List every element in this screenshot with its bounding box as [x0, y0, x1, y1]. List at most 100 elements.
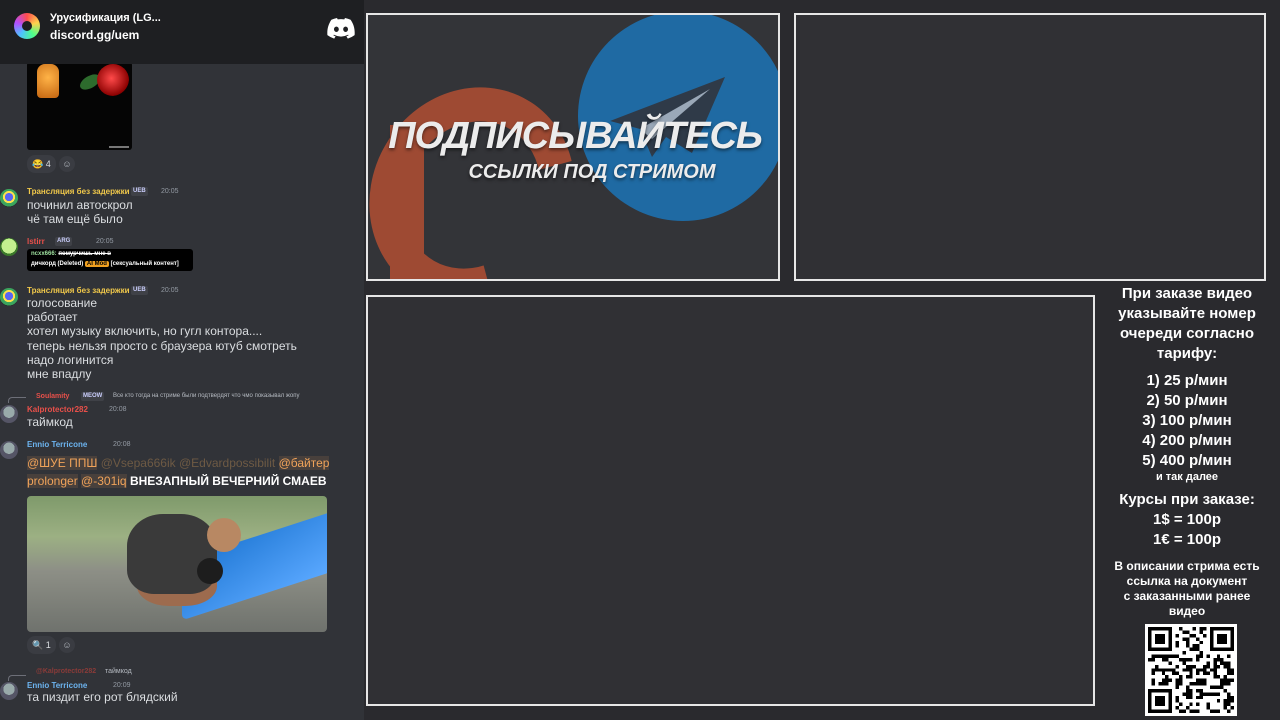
qr-module [1196, 678, 1200, 683]
discord-logo-icon[interactable] [327, 18, 355, 39]
qr-module [1189, 695, 1193, 700]
qr-module [1165, 657, 1169, 662]
message-text: хотел музыку включить, но гугл контора..… [27, 324, 263, 338]
qr-module [1192, 644, 1197, 648]
qr-module [1189, 682, 1193, 686]
qr-module [1185, 657, 1190, 662]
qr-module [1196, 682, 1200, 686]
reply-username[interactable]: @Kalprotector282 [36, 668, 96, 675]
qr-module [1199, 678, 1204, 683]
qr-module [1165, 678, 1169, 683]
note-line: В описании стрима есть [1114, 559, 1260, 573]
server-icon[interactable] [14, 13, 40, 39]
note-line: с заказанными ранее [1123, 589, 1251, 603]
avatar[interactable] [0, 441, 18, 459]
qr-module [1151, 678, 1155, 683]
info-line: указывайте номер [1118, 305, 1256, 322]
username[interactable]: Ennio Terricone [27, 440, 87, 449]
username[interactable]: Ennio Terricone [27, 681, 87, 690]
qr-module [1172, 668, 1176, 672]
username[interactable]: lstirr [27, 237, 45, 246]
mention[interactable]: @байтер [278, 456, 330, 470]
mention[interactable]: @Vsepa666ik [101, 456, 176, 470]
qr-module [1209, 668, 1214, 672]
qr-module [1227, 678, 1231, 683]
note-line: ссылка на документ [1126, 574, 1248, 588]
qr-module [1227, 699, 1231, 703]
qr-module [1203, 668, 1207, 672]
qr-module [1220, 661, 1224, 665]
qr-module [1230, 699, 1234, 703]
qr-module [1151, 668, 1155, 672]
qr-module [1223, 661, 1228, 665]
qr-module [1223, 675, 1228, 679]
qr-module [1182, 630, 1186, 634]
candle-shape [37, 64, 59, 98]
username[interactable]: Трансляция без задержки [27, 286, 130, 295]
qr-module [1175, 640, 1179, 645]
qr-code[interactable] [1145, 624, 1237, 716]
qr-module [1230, 695, 1234, 700]
mention[interactable]: @-301iq [81, 474, 127, 488]
embed-line-1: ncxx666: помурчишь мне в [31, 251, 111, 257]
qr-module [1192, 633, 1197, 638]
avatar[interactable] [0, 238, 18, 256]
qr-module [1178, 682, 1183, 686]
qr-module [1203, 664, 1207, 669]
price-etc: и так далее [1155, 471, 1219, 483]
mention[interactable]: prolonger [27, 474, 78, 488]
qr-module [1192, 709, 1197, 713]
mention[interactable]: @ШУЕ ППШ [27, 456, 98, 470]
reply-username[interactable]: Soulamity [36, 393, 69, 400]
qr-module [1206, 692, 1210, 696]
qr-module [1216, 692, 1221, 696]
avatar[interactable] [0, 682, 18, 700]
qr-module [1196, 688, 1200, 693]
qr-module [1196, 637, 1200, 641]
qr-module [1165, 668, 1169, 672]
username[interactable]: Трансляция без задержки [27, 187, 130, 196]
message-text: таймкод [27, 415, 73, 429]
reply-preview[interactable]: Все кто тогда на стриме были подтвердят … [113, 393, 299, 399]
qr-module [1182, 657, 1186, 662]
qr-module [1154, 668, 1159, 672]
candle-rose-image[interactable] [27, 62, 132, 150]
mention-line-2: prolonger @-301iq ВНЕЗАПНЫЙ ВЕЧЕРНИЙ СМА… [27, 474, 327, 488]
qr-module [1185, 692, 1190, 696]
qr-module [1230, 671, 1234, 676]
qr-module [1175, 706, 1179, 710]
qr-module [1216, 709, 1221, 713]
qr-module [1189, 675, 1193, 679]
qr-module [1203, 671, 1207, 676]
qr-module [1199, 695, 1204, 700]
reaction-search[interactable]: 🔍 1 [27, 636, 56, 654]
attached-photo[interactable] [27, 496, 327, 632]
qr-module [1206, 661, 1210, 665]
message-text: мне впадлу [27, 367, 92, 381]
qr-module [1161, 654, 1166, 658]
promo-subtitle: ССЫЛКИ ПОД СТРИМОМ [468, 161, 716, 183]
add-reaction-icon[interactable]: ☺ [59, 637, 75, 653]
reaction-laugh[interactable]: 😂 4 [27, 155, 56, 173]
timestamp: 20:05 [161, 287, 179, 294]
qr-module [1209, 685, 1214, 689]
qr-module [1154, 633, 1166, 645]
qr-module [1216, 654, 1221, 658]
qr-module [1182, 668, 1186, 672]
qr-module [1158, 668, 1162, 672]
add-reaction-icon[interactable]: ☺ [59, 156, 75, 172]
reply-preview[interactable]: таймкод [105, 668, 132, 675]
qr-module [1161, 671, 1166, 676]
qr-module [1206, 702, 1210, 707]
qr-module [1168, 661, 1173, 665]
qr-module [1213, 657, 1217, 662]
qr-module [1165, 682, 1169, 686]
server-invite-link[interactable]: discord.gg/uem [50, 28, 139, 42]
avatar[interactable] [0, 405, 18, 423]
username[interactable]: Kalprotector282 [27, 405, 88, 414]
avatar[interactable] [0, 189, 18, 207]
mention[interactable]: @Edvardpossibilit [179, 456, 275, 470]
price-item: 5) 400 р/мин [1142, 452, 1232, 469]
avatar[interactable] [0, 288, 18, 306]
qr-module [1189, 671, 1193, 676]
